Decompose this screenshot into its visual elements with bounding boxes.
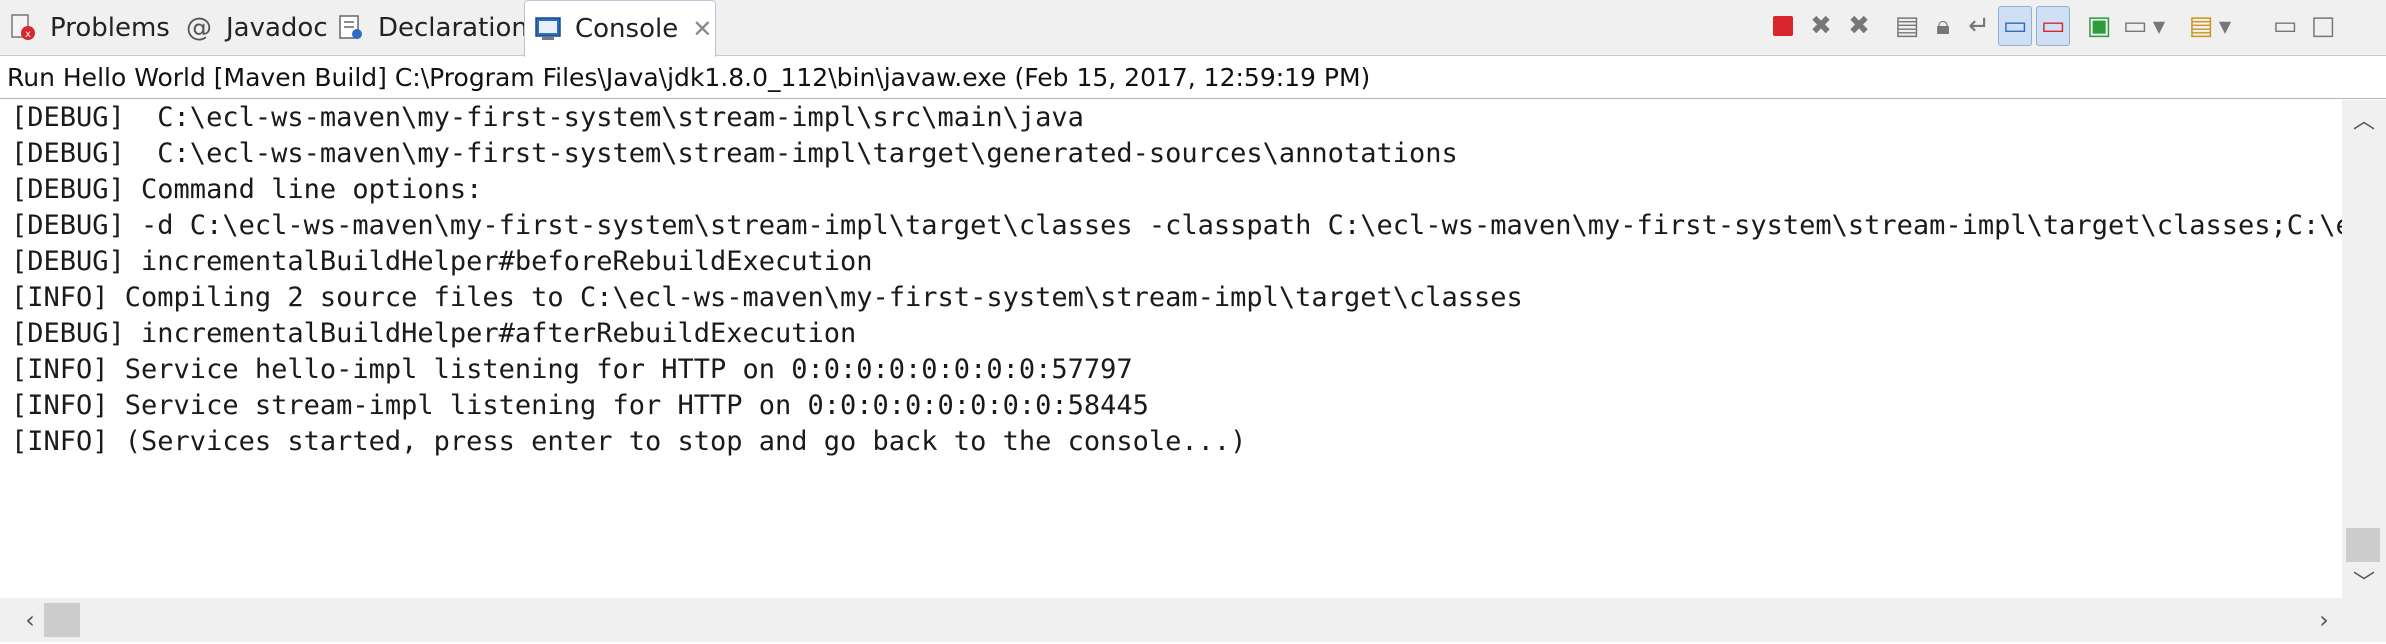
console-line: [DEBUG] C:\ecl-ws-maven\my-first-system\… — [11, 138, 1458, 169]
scroll-lock-button[interactable]: 🔒︎ — [1926, 6, 1960, 46]
vertical-scrollbar[interactable]: ︿ ﹀ — [2342, 100, 2386, 598]
stderr-icon: ▭ — [2040, 11, 2066, 41]
display-selected-console-button[interactable]: ▭ — [2118, 6, 2152, 46]
word-wrap-icon: ↵ — [1968, 11, 1990, 41]
minimize-button[interactable]: ▭ — [2268, 6, 2302, 46]
remove-all-terminated-button[interactable]: ✖ — [1842, 6, 1876, 46]
console-line: [DEBUG] incrementalBuildHelper#afterRebu… — [11, 318, 857, 349]
console-toolbar: ✖ ✖ ▤ 🔒︎ ↵ ▭ ▭ ▣ ▭ ▼ ▤ ▼ ▭ □ — [1766, 6, 2386, 46]
declaration-icon — [336, 13, 366, 43]
pin-icon: ▣ — [2086, 11, 2112, 41]
stop-icon — [1773, 16, 1793, 36]
display-console-dropdown[interactable]: ▼ — [2148, 6, 2170, 46]
tab-label: Problems — [50, 13, 170, 43]
remove-launch-button[interactable]: ✖ — [1804, 6, 1838, 46]
javadoc-icon: @ — [186, 13, 212, 43]
console-line: [DEBUG] Command line options: — [11, 174, 483, 205]
console-line: [DEBUG] incrementalBuildHelper#beforeReb… — [11, 246, 873, 277]
tab-declaration[interactable]: Declaration — [328, 0, 528, 56]
console-line: [DEBUG] -d C:\ecl-ws-maven\my-first-syst… — [11, 210, 2342, 241]
close-icon[interactable]: ✕ — [692, 15, 712, 43]
lock-icon: 🔒︎ — [1936, 10, 1950, 41]
clear-console-button[interactable]: ▤ — [1890, 6, 1924, 46]
word-wrap-button[interactable]: ↵ — [1962, 6, 1996, 46]
clear-icon: ▤ — [1894, 11, 1920, 41]
minimize-icon: ▭ — [2272, 11, 2298, 41]
scroll-down-icon[interactable]: ﹀ — [2342, 566, 2386, 596]
view-tab-bar: x Problems @ Javadoc Declaration Console… — [0, 0, 2386, 57]
scroll-right-icon[interactable]: › — [2302, 598, 2346, 642]
chevron-down-icon: ▼ — [2218, 16, 2232, 36]
vertical-scroll-thumb[interactable] — [2346, 528, 2380, 562]
tab-label: Declaration — [378, 13, 528, 43]
tab-problems[interactable]: x Problems — [0, 0, 170, 56]
svg-text:x: x — [25, 29, 31, 40]
console-icon — [533, 14, 563, 44]
monitor-icon: ▭ — [2122, 11, 2148, 41]
remove-all-icon: ✖ — [1848, 11, 1870, 41]
console-line: [DEBUG] C:\ecl-ws-maven\my-first-system\… — [11, 102, 1084, 133]
stdout-icon: ▭ — [2002, 11, 2028, 41]
tab-javadoc[interactable]: @ Javadoc — [176, 0, 328, 56]
open-console-button[interactable]: ▤ — [2184, 6, 2218, 46]
console-line: [INFO] Compiling 2 source files to C:\ec… — [11, 282, 1523, 313]
horizontal-scroll-thumb[interactable] — [44, 603, 80, 637]
terminate-button[interactable] — [1766, 6, 1800, 46]
chevron-down-icon: ▼ — [2152, 16, 2166, 36]
maximize-icon: □ — [2310, 11, 2336, 41]
problems-icon: x — [8, 13, 38, 43]
console-line: [INFO] Service hello-impl listening for … — [11, 354, 1133, 385]
pin-console-button[interactable]: ▣ — [2082, 6, 2116, 46]
remove-icon: ✖ — [1810, 11, 1832, 41]
maximize-button[interactable]: □ — [2306, 6, 2340, 46]
tab-label: Console — [575, 14, 679, 44]
launch-description: Run Hello World [Maven Build] C:\Program… — [0, 57, 2386, 99]
open-console-dropdown[interactable]: ▼ — [2214, 6, 2236, 46]
new-console-icon: ▤ — [2188, 11, 2214, 41]
console-output[interactable]: [DEBUG] C:\ecl-ws-maven\my-first-system\… — [0, 100, 2342, 598]
tab-label: Javadoc — [226, 13, 328, 43]
show-on-stderr-button[interactable]: ▭ — [2036, 6, 2070, 46]
console-line: [INFO] (Services started, press enter to… — [11, 426, 1247, 457]
scroll-up-icon[interactable]: ︿ — [2342, 104, 2386, 134]
horizontal-scrollbar[interactable]: ‹ › — [0, 598, 2386, 642]
show-on-stdout-button[interactable]: ▭ — [1998, 6, 2032, 46]
console-line: [INFO] Service stream-impl listening for… — [11, 390, 1149, 421]
tab-console[interactable]: Console ✕ — [524, 0, 716, 57]
